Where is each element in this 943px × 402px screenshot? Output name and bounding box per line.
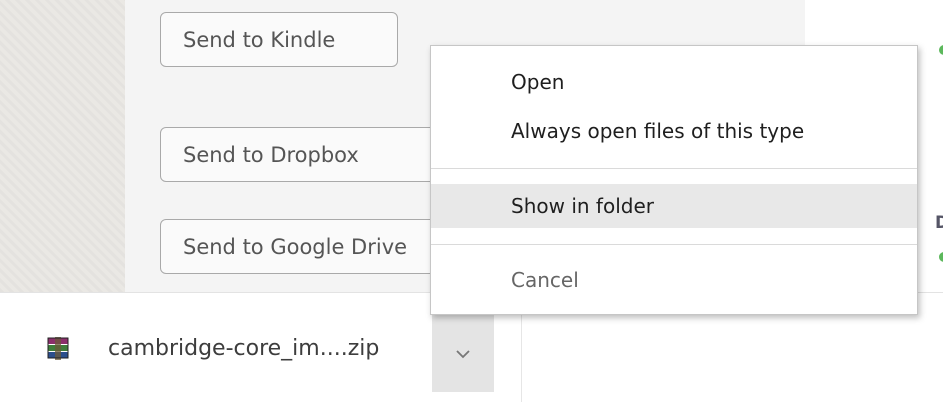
status-dot-icon [939, 45, 943, 55]
download-menu-button[interactable] [432, 315, 494, 392]
download-filename[interactable]: cambridge-core_im....zip [108, 336, 379, 361]
winrar-archive-icon [46, 336, 70, 362]
menu-item-open[interactable]: Open [431, 60, 917, 104]
send-to-dropbox-button[interactable]: Send to Dropbox [160, 127, 442, 182]
menu-item-cancel[interactable]: Cancel [431, 258, 917, 302]
right-edge-text: D [935, 213, 943, 233]
send-to-google-drive-button[interactable]: Send to Google Drive [160, 219, 460, 274]
menu-separator [431, 168, 917, 169]
chevron-down-icon [455, 344, 471, 363]
paper-texture-margin [0, 0, 125, 292]
status-dot-icon [939, 252, 943, 262]
menu-separator [431, 244, 917, 245]
menu-item-always-open[interactable]: Always open files of this type [431, 109, 917, 153]
menu-item-show-in-folder[interactable]: Show in folder [431, 184, 917, 228]
download-context-menu: Open Always open files of this type Show… [430, 45, 918, 315]
send-to-kindle-button[interactable]: Send to Kindle [160, 12, 398, 67]
